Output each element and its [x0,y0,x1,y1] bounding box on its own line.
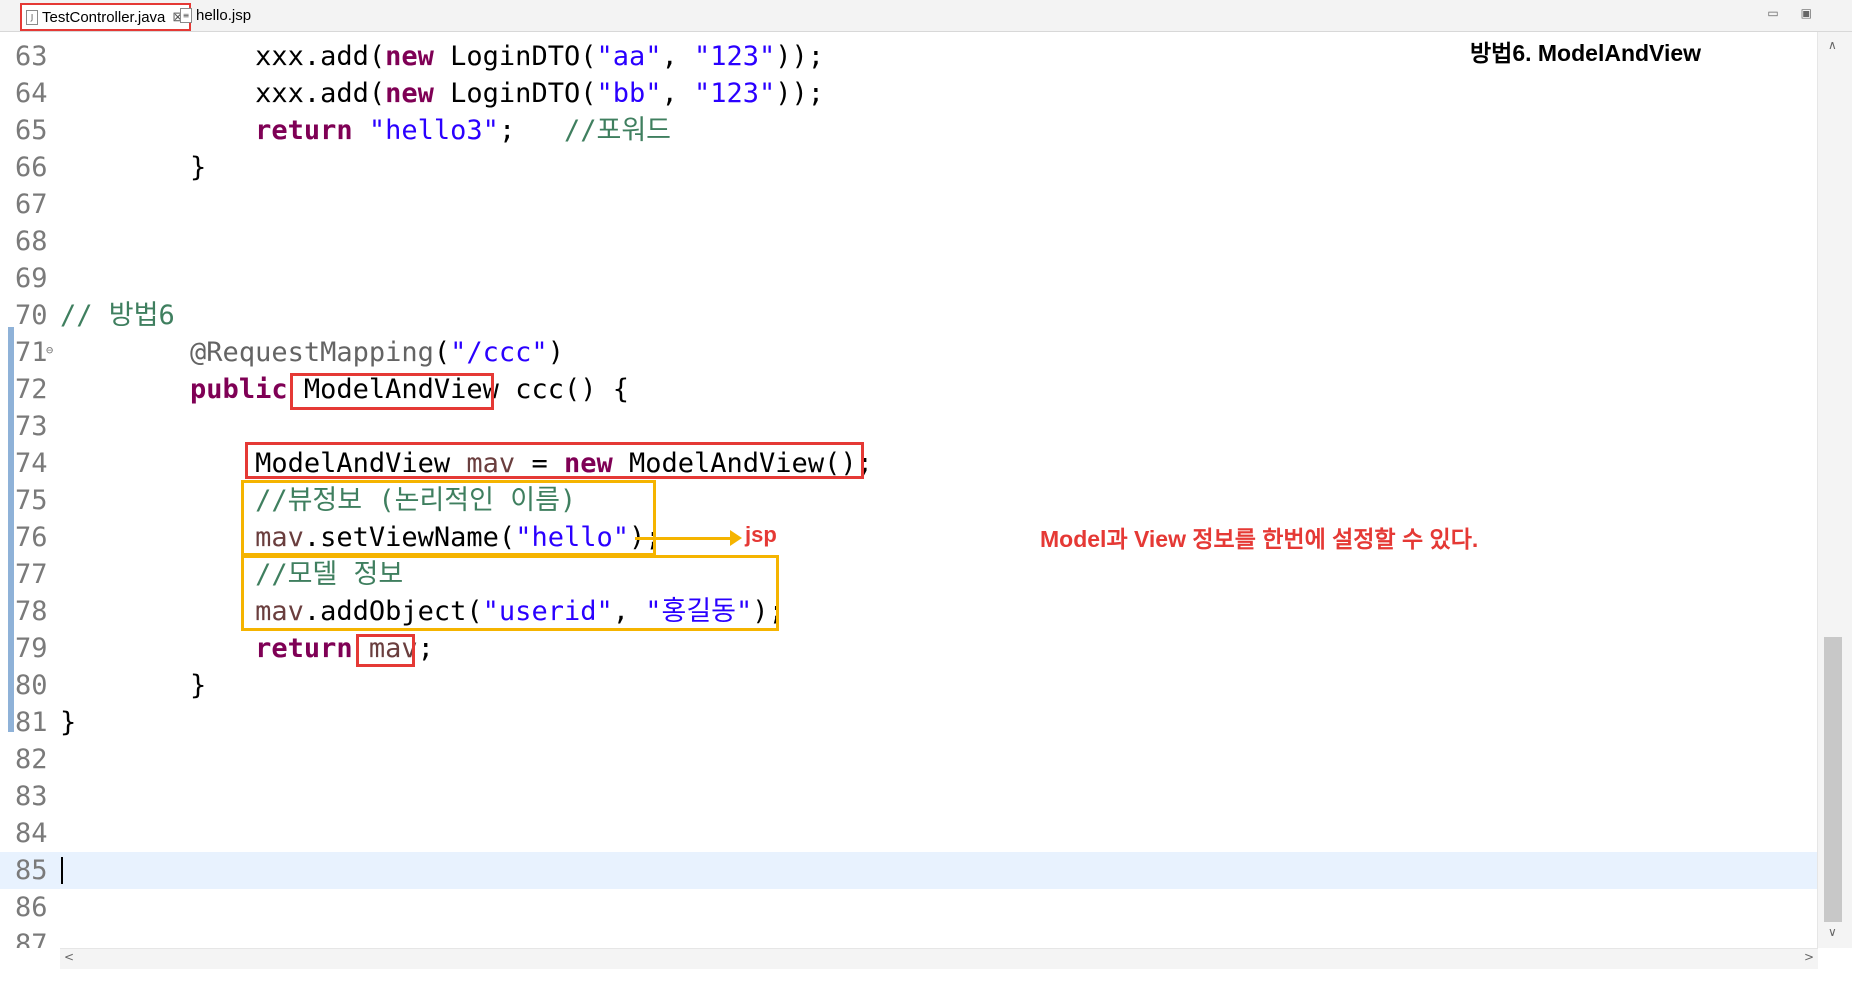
java-file-icon: J [26,9,38,25]
highlight-return-mav [356,634,415,667]
line-number: 64 [15,78,48,109]
line-number: 67 [15,189,48,220]
line-number: 68 [15,226,48,257]
code-line-84: 84 [0,815,1818,852]
line-number: 65 [15,115,48,146]
line-number: 66 [15,152,48,183]
code-line-82: 82 [0,741,1818,778]
code-line-86: 86 [0,889,1818,926]
line-number: 78 [15,596,48,627]
line-number: 76 [15,522,48,553]
arrow-to-jsp [635,537,735,540]
line-number: 73 [15,411,48,442]
arrow-head-icon [730,530,742,546]
line-number: 77 [15,559,48,590]
jsp-file-icon: ≡ [180,7,192,23]
code-line-66: 66 } [0,149,1818,186]
line-number: 72 [15,374,48,405]
tab-label: TestController.java [42,8,166,26]
code-line-71: 71 ⊖ @RequestMapping("/ccc") [0,334,1818,371]
code-line-80: 80 } [0,667,1818,704]
code-line-83: 83 [0,778,1818,815]
scroll-left-icon[interactable]: < [64,950,74,964]
line-number: 82 [15,744,48,775]
line-number: 75 [15,485,48,516]
vertical-scrollbar[interactable]: ∧ ∨ [1817,32,1852,948]
line-number: 87 [15,929,48,948]
code-line-79: 79 return mav; [0,630,1818,667]
tab-hello-jsp[interactable]: ≡ hello.jsp [180,3,251,27]
line-number: 70 [15,300,48,331]
scroll-right-icon[interactable]: > [1804,950,1814,964]
code-line-73: 73 [0,408,1818,445]
scroll-down-icon[interactable]: ∨ [1828,925,1837,939]
code-line-81: 81 } [0,704,1818,741]
highlight-model-info [241,555,779,631]
description-label: Model과 View 정보를 한번에 설정할 수 있다. [1040,526,1479,552]
code-line-68: 68 [0,223,1818,260]
line-number: 71 [15,337,48,368]
code-line-70: 70 // 방법6 [0,297,1818,334]
line-number: 86 [15,892,48,923]
maximize-icon[interactable]: ▣ [1801,6,1812,20]
line-number: 74 [15,448,48,479]
line-number: 63 [15,41,48,72]
minimize-icon[interactable]: ▭ [1767,6,1778,20]
line-number: 69 [15,263,48,294]
window-controls: ▭ ▣ [1767,6,1812,20]
scroll-up-icon[interactable]: ∧ [1828,38,1837,52]
slide-title: 방법6. ModelAndView [1470,40,1702,66]
line-number: 84 [15,818,48,849]
line-number: 81 [15,707,48,738]
highlight-view-info [241,480,656,556]
code-line-65: 65 return "hello3"; //포워드 [0,112,1818,149]
tab-label: hello.jsp [196,6,252,24]
horizontal-scrollbar[interactable]: < > [60,948,1818,969]
code-line-69: 69 [0,260,1818,297]
line-number: 85 [15,855,48,886]
jsp-label: jsp [745,522,777,547]
code-line-87: 87 [0,926,1818,948]
code-line-72: 72 public ModelAndView ccc() { [0,371,1818,408]
code-line-85-current[interactable]: 85 [0,852,1818,889]
fold-toggle-icon[interactable]: ⊖ [46,332,53,369]
highlight-return-type [290,373,494,410]
line-number: 79 [15,633,48,664]
scrollbar-thumb[interactable] [1824,637,1842,922]
line-number: 83 [15,781,48,812]
editor-tab-bar: J TestController.java ⊠ ≡ hello.jsp ▭ ▣ [0,0,1852,32]
highlight-mav-declaration [245,442,864,479]
tab-testcontroller-java[interactable]: J TestController.java ⊠ [20,3,192,31]
code-line-64: 64 xxx.add(new LoginDTO("bb", "123")); [0,75,1818,112]
line-number: 80 [15,670,48,701]
code-line-67: 67 [0,186,1818,223]
text-caret [61,857,63,884]
